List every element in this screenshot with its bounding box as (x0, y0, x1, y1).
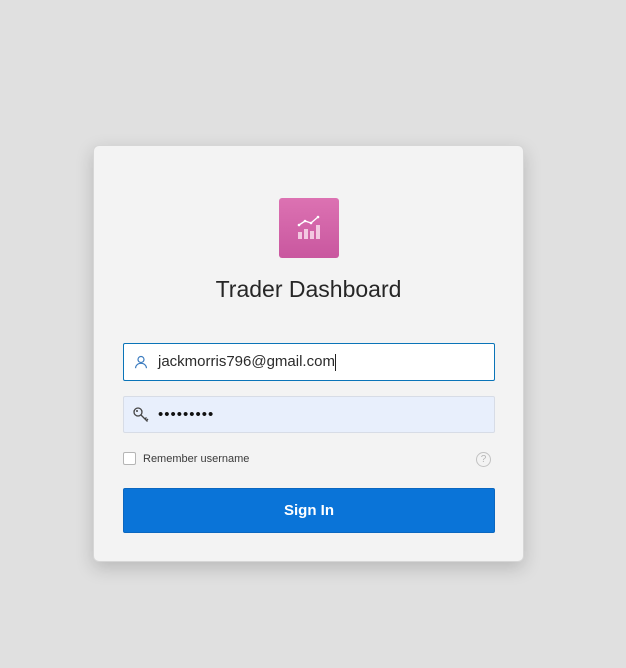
help-circle-icon[interactable]: ? (476, 452, 491, 467)
username-value: jackmorris796@gmail.com (158, 353, 335, 371)
chart-growth-icon (297, 215, 320, 239)
app-logo (279, 198, 339, 258)
remember-checkbox[interactable] (123, 452, 136, 465)
key-icon (124, 397, 158, 432)
remember-username[interactable]: Remember username (123, 452, 249, 465)
password-input[interactable]: ••••••••• (158, 406, 214, 423)
remember-label: Remember username (143, 452, 250, 465)
password-field[interactable]: ••••••••• (123, 396, 495, 433)
text-caret (334, 353, 336, 371)
username-field[interactable]: jackmorris796@gmail.com (123, 343, 495, 381)
page-title: Trader Dashboard (215, 276, 402, 302)
sign-in-button[interactable]: Sign In (123, 488, 495, 533)
username-input[interactable]: jackmorris796@gmail.com (158, 353, 336, 371)
login-card: Trader Dashboard jackmorris796@gmail.com… (93, 145, 524, 562)
user-icon (124, 344, 158, 380)
